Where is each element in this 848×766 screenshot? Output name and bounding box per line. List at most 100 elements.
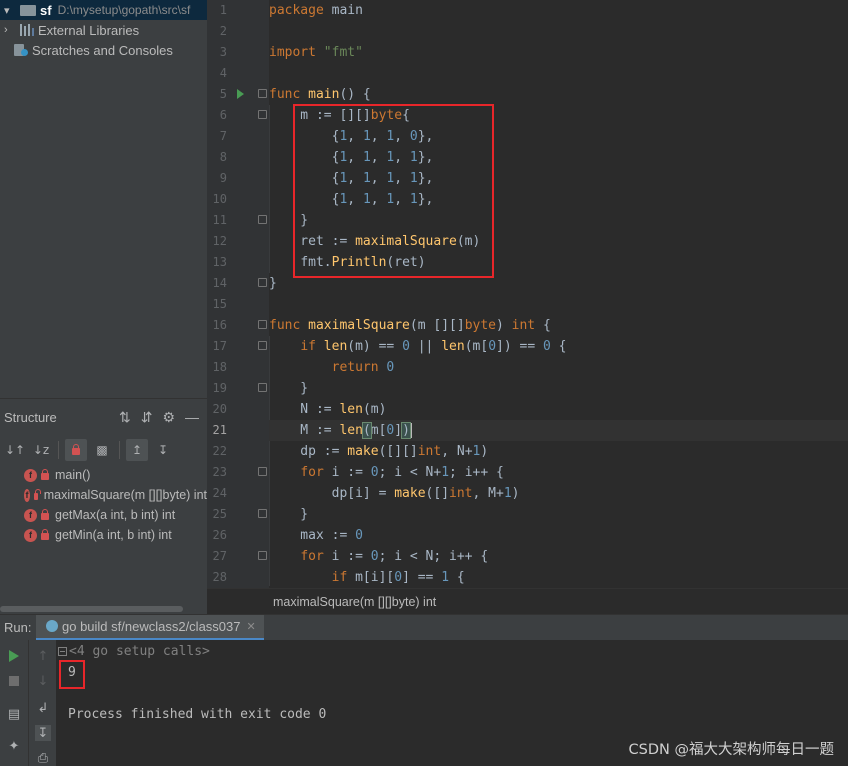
lock-icon bbox=[34, 488, 41, 500]
line-number: 27 bbox=[212, 549, 227, 563]
toolbar-divider bbox=[119, 441, 120, 459]
minimize-icon[interactable]: — bbox=[185, 409, 199, 426]
show-fields-icon[interactable]: ▩ bbox=[91, 439, 113, 461]
structure-item-label: getMin(a int, b int) int bbox=[55, 528, 172, 542]
autoscroll-to-source-icon[interactable]: ↥ bbox=[126, 439, 148, 461]
external-libraries-label: External Libraries bbox=[38, 22, 140, 38]
structure-toolbar: ↓↑ ↓z ▩ ↥ ↧ bbox=[0, 435, 207, 465]
sort-by-visibility-icon[interactable]: ↓↑ bbox=[4, 439, 26, 461]
rerun-icon[interactable] bbox=[6, 648, 22, 664]
external-libraries-node[interactable]: › External Libraries bbox=[0, 20, 207, 40]
line-number: 6 bbox=[219, 108, 227, 122]
project-root-path: D:\mysetup\gopath\src\sf bbox=[57, 3, 191, 17]
fold-marker-icon[interactable] bbox=[258, 215, 267, 224]
fold-marker-icon[interactable] bbox=[258, 278, 267, 287]
line-number: 23 bbox=[212, 465, 227, 479]
code-line: N := len(m) bbox=[269, 402, 387, 417]
folded-setup-calls[interactable]: <4 go setup calls> bbox=[58, 644, 210, 659]
line-number: 8 bbox=[219, 150, 227, 164]
code-line: package main bbox=[269, 3, 363, 18]
line-number: 13 bbox=[212, 255, 227, 269]
code-line: for i := 0; i < N; i++ { bbox=[300, 549, 489, 564]
run-gutter-icon[interactable] bbox=[237, 89, 244, 99]
run-config-tab[interactable]: go build sf/newclass2/class037 ✕ bbox=[36, 614, 264, 641]
library-icon bbox=[20, 24, 34, 36]
sort-alphabetically-icon[interactable]: ↓z bbox=[30, 439, 52, 461]
fold-marker-icon[interactable] bbox=[258, 551, 267, 560]
editor-gutter: 1 2 3 4 5 6 7 8 9 10 11 12 13 14 15 16 1… bbox=[207, 0, 285, 588]
breadcrumb[interactable]: maximalSquare(m [][]byte) int bbox=[207, 588, 848, 614]
run-toolbar: ▤ ✦ bbox=[0, 640, 28, 766]
show-private-icon[interactable] bbox=[65, 439, 87, 461]
fold-marker-icon[interactable] bbox=[258, 467, 267, 476]
scratches-node[interactable]: Scratches and Consoles bbox=[0, 40, 207, 60]
code-line: } bbox=[269, 507, 309, 522]
fold-marker-icon[interactable] bbox=[258, 110, 267, 119]
code-line-current: M := len(m[0]) bbox=[269, 420, 848, 441]
stop-icon[interactable] bbox=[6, 673, 22, 689]
go-gopher-icon bbox=[46, 620, 58, 632]
line-number: 18 bbox=[212, 360, 227, 374]
code-editor[interactable]: package main import "fmt" func main() { … bbox=[269, 0, 848, 588]
horizontal-scrollbar[interactable] bbox=[0, 606, 183, 612]
lock-icon bbox=[41, 508, 49, 520]
project-root-node[interactable]: ▾ sf D:\mysetup\gopath\src\sf bbox=[0, 0, 207, 20]
arrow-down-icon[interactable]: ↓ bbox=[35, 673, 51, 689]
line-number: 4 bbox=[219, 66, 227, 80]
lock-icon bbox=[41, 468, 49, 480]
scroll-to-end-icon[interactable]: ↧ bbox=[35, 725, 51, 741]
structure-title: Structure bbox=[4, 409, 57, 425]
line-number: 7 bbox=[219, 129, 227, 143]
chevron-right-icon[interactable]: › bbox=[4, 24, 14, 36]
layout-icon[interactable]: ▤ bbox=[6, 706, 22, 722]
soft-wrap-icon[interactable]: ↲ bbox=[35, 700, 51, 716]
watermark: CSDN @福大大架构师每日一题 bbox=[628, 742, 834, 758]
fold-marker-icon[interactable] bbox=[258, 341, 267, 350]
close-icon[interactable]: ✕ bbox=[247, 620, 256, 633]
pin-icon[interactable]: ✦ bbox=[6, 738, 22, 754]
line-number: 17 bbox=[212, 339, 227, 353]
run-toolbar-secondary: ↑ ↓ ↲ ↧ ⎙ bbox=[28, 640, 56, 766]
arrow-up-icon[interactable]: ↑ bbox=[35, 648, 51, 664]
folder-icon bbox=[20, 4, 36, 16]
line-number: 26 bbox=[212, 528, 227, 542]
function-icon: f bbox=[24, 528, 37, 542]
code-line: } bbox=[269, 276, 277, 291]
line-number: 14 bbox=[212, 276, 227, 290]
line-number: 10 bbox=[212, 192, 227, 206]
run-tab-title: go build sf/newclass2/class037 bbox=[62, 618, 241, 634]
code-line: } bbox=[269, 381, 309, 396]
code-line: dp[i] = make([]int, M+1) bbox=[269, 486, 520, 501]
collapse-all-icon[interactable]: ⇵ bbox=[141, 409, 153, 426]
line-number: 24 bbox=[212, 486, 227, 500]
run-label: Run: bbox=[4, 620, 32, 635]
expand-all-icon[interactable]: ⇅ bbox=[119, 409, 131, 426]
code-line: dp := make([][]int, N+1) bbox=[269, 444, 489, 459]
fold-marker-icon[interactable] bbox=[258, 383, 267, 392]
structure-item[interactable]: f getMin(a int, b int) int bbox=[0, 525, 207, 545]
function-icon: f bbox=[24, 468, 37, 482]
fold-marker-icon[interactable] bbox=[258, 320, 267, 329]
fold-marker-icon[interactable] bbox=[258, 509, 267, 518]
code-line: max := 0 bbox=[269, 528, 363, 543]
line-number: 9 bbox=[219, 171, 227, 185]
gear-icon[interactable]: ⚙ bbox=[162, 409, 175, 426]
structure-item[interactable]: f getMax(a int, b int) int bbox=[0, 505, 207, 525]
autoscroll-from-source-icon[interactable]: ↧ bbox=[152, 439, 174, 461]
code-line: func main() { bbox=[269, 87, 371, 102]
code-line: if m[i][0] == 1 { bbox=[331, 570, 465, 585]
chevron-down-icon[interactable]: ▾ bbox=[4, 4, 14, 17]
function-icon: f bbox=[24, 488, 31, 502]
expand-icon[interactable] bbox=[58, 647, 67, 656]
console-exit-message: Process finished with exit code 0 bbox=[68, 707, 327, 722]
scratches-icon bbox=[14, 43, 28, 57]
line-number: 1 bbox=[219, 3, 227, 17]
structure-item[interactable]: f main() bbox=[0, 465, 207, 485]
code-line: func maximalSquare(m [][]byte) int { bbox=[269, 318, 551, 333]
function-icon: f bbox=[24, 508, 37, 522]
highlight-box bbox=[59, 660, 85, 689]
structure-item[interactable]: f maximalSquare(m [][]byte) int bbox=[0, 485, 207, 505]
structure-item-label: getMax(a int, b int) int bbox=[55, 508, 176, 522]
print-icon[interactable]: ⎙ bbox=[35, 750, 51, 766]
fold-marker-icon[interactable] bbox=[258, 89, 267, 98]
